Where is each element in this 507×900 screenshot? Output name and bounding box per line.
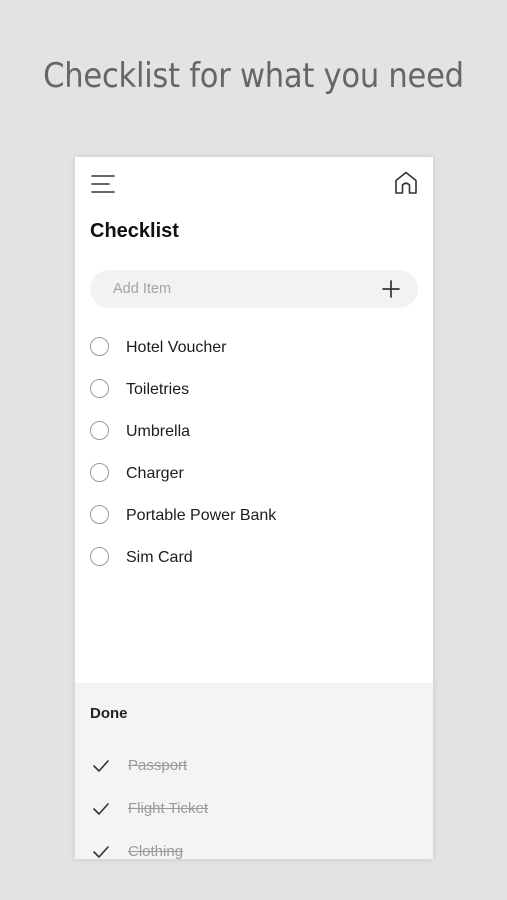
checkmark-icon[interactable] (92, 801, 110, 817)
list-item: Toiletries (75, 369, 433, 411)
checkmark-icon[interactable] (92, 844, 110, 859)
done-item-label: Flight Ticket (128, 800, 209, 817)
list-item: Sim Card (75, 537, 433, 579)
done-item-label: Passport (128, 757, 188, 774)
home-button[interactable] (393, 170, 419, 196)
plus-icon (382, 280, 400, 298)
item-label: Toiletries (126, 381, 190, 398)
pending-items-list: Hotel Voucher Toiletries Umbrella Charge… (75, 327, 433, 579)
item-label: Hotel Voucher (126, 339, 227, 356)
add-item-button[interactable] (380, 278, 402, 300)
done-list-item: Flight Ticket (75, 798, 433, 841)
done-section: Done Passport Flight Ticket Clothing (75, 683, 433, 859)
item-label: Sim Card (126, 549, 193, 566)
add-item-input[interactable] (90, 270, 370, 308)
unchecked-circle-icon[interactable] (90, 547, 109, 566)
app-screen: Checklist Hotel Voucher Toiletries Umbre… (75, 157, 433, 859)
unchecked-circle-icon[interactable] (90, 463, 109, 482)
list-item: Hotel Voucher (75, 327, 433, 369)
menu-button[interactable] (91, 173, 115, 195)
unchecked-circle-icon[interactable] (90, 421, 109, 440)
done-list-item: Passport (75, 755, 433, 798)
checkmark-icon[interactable] (92, 758, 110, 774)
home-icon (395, 171, 417, 194)
unchecked-circle-icon[interactable] (90, 337, 109, 356)
hamburger-menu-icon (91, 175, 115, 193)
unchecked-circle-icon[interactable] (90, 505, 109, 524)
done-list-item: Clothing (75, 841, 433, 859)
item-label: Umbrella (126, 423, 191, 440)
item-label: Portable Power Bank (126, 507, 277, 524)
list-item: Portable Power Bank (75, 495, 433, 537)
unchecked-circle-icon[interactable] (90, 379, 109, 398)
done-item-label: Clothing (128, 843, 184, 859)
done-section-title: Done (90, 705, 128, 722)
list-item: Charger (75, 453, 433, 495)
page-title: Checklist (90, 220, 179, 242)
add-item-bar (90, 270, 418, 308)
list-item: Umbrella (75, 411, 433, 453)
done-items-list: Passport Flight Ticket Clothing (75, 755, 433, 859)
item-label: Charger (126, 465, 184, 482)
promo-tagline: Checklist for what you need (43, 56, 464, 96)
